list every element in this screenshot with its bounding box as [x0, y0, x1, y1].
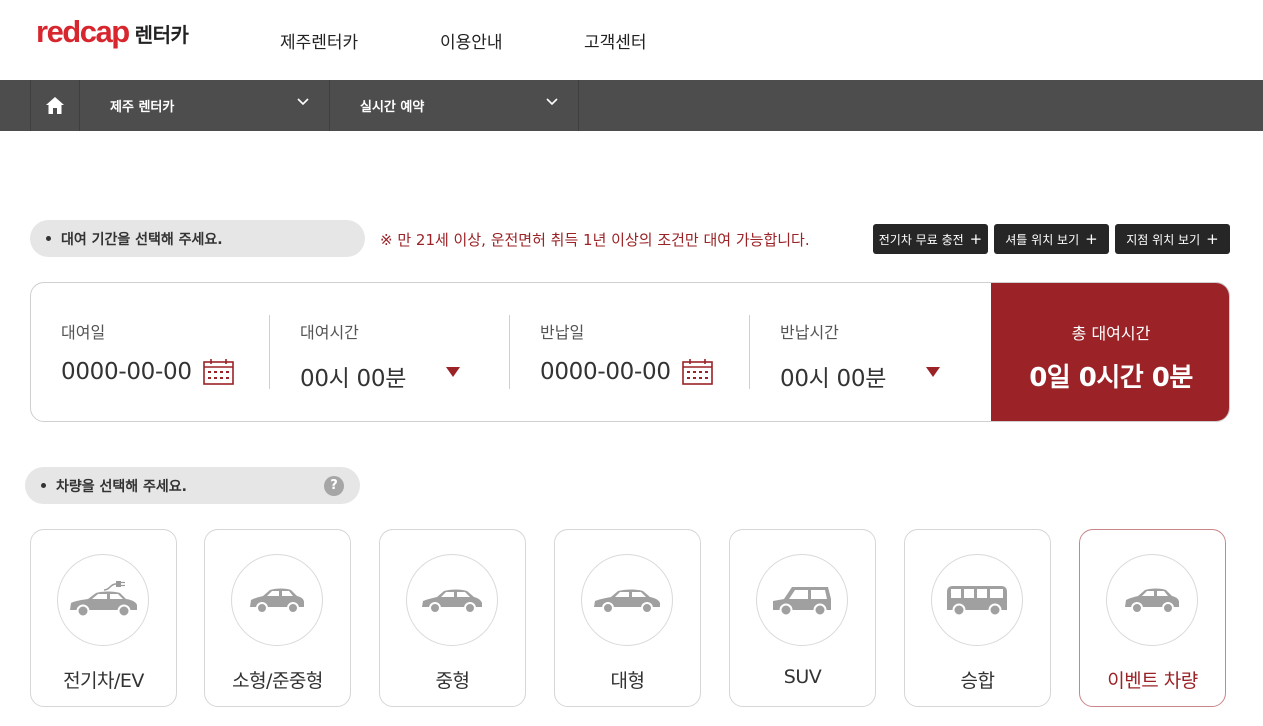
total-rental-time: 총 대여시간 0일 0시간 0분: [991, 283, 1229, 421]
field-divider: [269, 315, 270, 389]
category-icon-circle: [931, 554, 1023, 646]
period-section-title: 대여 기간을 선택해 주세요.: [30, 220, 365, 257]
category-card-midsize[interactable]: 중형: [379, 529, 526, 707]
breadcrumb-dropdown-2[interactable]: 실시간 예약: [330, 80, 579, 131]
category-card-fullsize[interactable]: 대형: [554, 529, 701, 707]
category-label-fullsize: 대형: [610, 670, 645, 692]
return-date-field[interactable]: 반납일 0000-00-00: [540, 283, 750, 421]
rent-date-value: 0000-00-00: [61, 359, 192, 385]
shuttle-location-button-label: 셔틀 위치 보기: [1005, 232, 1080, 247]
logo-sub: 렌터카: [134, 23, 189, 47]
van-icon: [947, 586, 1007, 617]
rent-date-field[interactable]: 대여일 0000-00-00: [61, 283, 271, 421]
category-icon-circle: [756, 554, 848, 646]
return-time-value: 00시 00분: [780, 366, 887, 392]
nav-customer-center[interactable]: 고객센터: [584, 28, 647, 53]
category-icon-circle: [57, 554, 149, 646]
compact-car-icon: [250, 588, 304, 614]
midsize-car-icon: [422, 589, 482, 614]
total-rental-time-value: 0일 0시간 0분: [1029, 363, 1193, 393]
event-car-icon: [1125, 588, 1179, 614]
plus-icon: +: [1206, 230, 1219, 248]
category-icon-circle: [231, 554, 323, 646]
return-date-label: 반납일: [540, 323, 585, 342]
category-label-suv: SUV: [783, 666, 822, 688]
sub-nav-bar: 제주 렌터카 실시간 예약: [0, 80, 1263, 131]
ev-charge-button-label: 전기차 무료 충전: [878, 232, 964, 247]
dropdown-arrow-icon: [926, 367, 940, 377]
nav-guide[interactable]: 이용안내: [440, 28, 503, 53]
category-icon-circle: [406, 554, 498, 646]
vehicle-section-title: 차량을 선택해 주세요. ?: [25, 467, 360, 504]
plus-icon: +: [1085, 230, 1098, 248]
return-time-label: 반납시간: [780, 323, 839, 342]
shuttle-location-button[interactable]: 셔틀 위치 보기 +: [994, 224, 1109, 254]
chevron-down-icon: [546, 98, 558, 106]
branch-location-button[interactable]: 지점 위치 보기 +: [1115, 224, 1230, 254]
rent-time-value: 00시 00분: [300, 366, 407, 392]
rent-time-label: 대여시간: [300, 323, 359, 342]
category-label-event: 이벤트 차량: [1107, 670, 1198, 692]
calendar-icon[interactable]: [203, 359, 234, 385]
return-time-field[interactable]: 반납시간 00시 00분: [780, 283, 990, 421]
breadcrumb-label-2: 실시간 예약: [360, 100, 425, 115]
bullet-icon: [41, 483, 46, 488]
field-divider: [509, 315, 510, 389]
chevron-down-icon: [297, 98, 309, 106]
site-header: redcap 렌터카 제주렌터카 이용안내 고객센터: [0, 0, 1263, 80]
return-date-value: 0000-00-00: [540, 359, 671, 385]
fullsize-car-icon: [594, 589, 660, 614]
category-card-ev[interactable]: 전기차/EV: [30, 529, 177, 707]
breadcrumb-dropdown-1[interactable]: 제주 렌터카: [80, 80, 330, 131]
home-icon: [46, 97, 64, 114]
category-label-ev: 전기차/EV: [63, 670, 144, 692]
field-divider: [749, 315, 750, 389]
category-card-compact[interactable]: 소형/준중형: [204, 529, 351, 707]
help-icon[interactable]: ?: [324, 476, 344, 496]
category-label-midsize: 중형: [435, 670, 470, 692]
logo[interactable]: redcap 렌터카: [36, 14, 189, 50]
home-button[interactable]: [30, 80, 80, 131]
dropdown-arrow-icon: [446, 367, 460, 377]
rental-period-box: 대여일 0000-00-00 대여시간 00시 00분 반납일 0000-00-…: [30, 282, 1230, 422]
period-section-label: 대여 기간을 선택해 주세요.: [61, 231, 223, 248]
ev-charge-button[interactable]: 전기차 무료 충전 +: [873, 224, 988, 254]
category-label-van: 승합: [960, 670, 995, 692]
ev-car-icon: [70, 581, 137, 618]
rent-time-field[interactable]: 대여시간 00시 00분: [300, 283, 510, 421]
rent-date-label: 대여일: [61, 323, 106, 342]
category-icon-circle: [1106, 554, 1198, 646]
total-rental-time-label: 총 대여시간: [1071, 324, 1151, 343]
suv-icon: [773, 587, 831, 617]
branch-location-button-label: 지점 위치 보기: [1126, 232, 1201, 247]
category-label-compact: 소형/준중형: [232, 670, 323, 692]
category-card-suv[interactable]: SUV: [729, 529, 876, 707]
logo-mark: redcap: [36, 14, 130, 49]
category-card-event[interactable]: 이벤트 차량: [1079, 529, 1226, 707]
nav-jeju-rentcar[interactable]: 제주렌터카: [280, 28, 358, 53]
breadcrumb-label-1: 제주 렌터카: [110, 100, 175, 115]
plus-icon: +: [969, 230, 983, 248]
calendar-icon[interactable]: [682, 359, 713, 385]
vehicle-section-label: 차량을 선택해 주세요.: [56, 478, 187, 495]
category-icon-circle: [581, 554, 673, 646]
category-card-van[interactable]: 승합: [904, 529, 1051, 707]
age-notice: ※ 만 21세 이상, 운전면허 취득 1년 이상의 조건만 대여 가능합니다.: [380, 231, 810, 249]
bullet-icon: [46, 236, 51, 241]
